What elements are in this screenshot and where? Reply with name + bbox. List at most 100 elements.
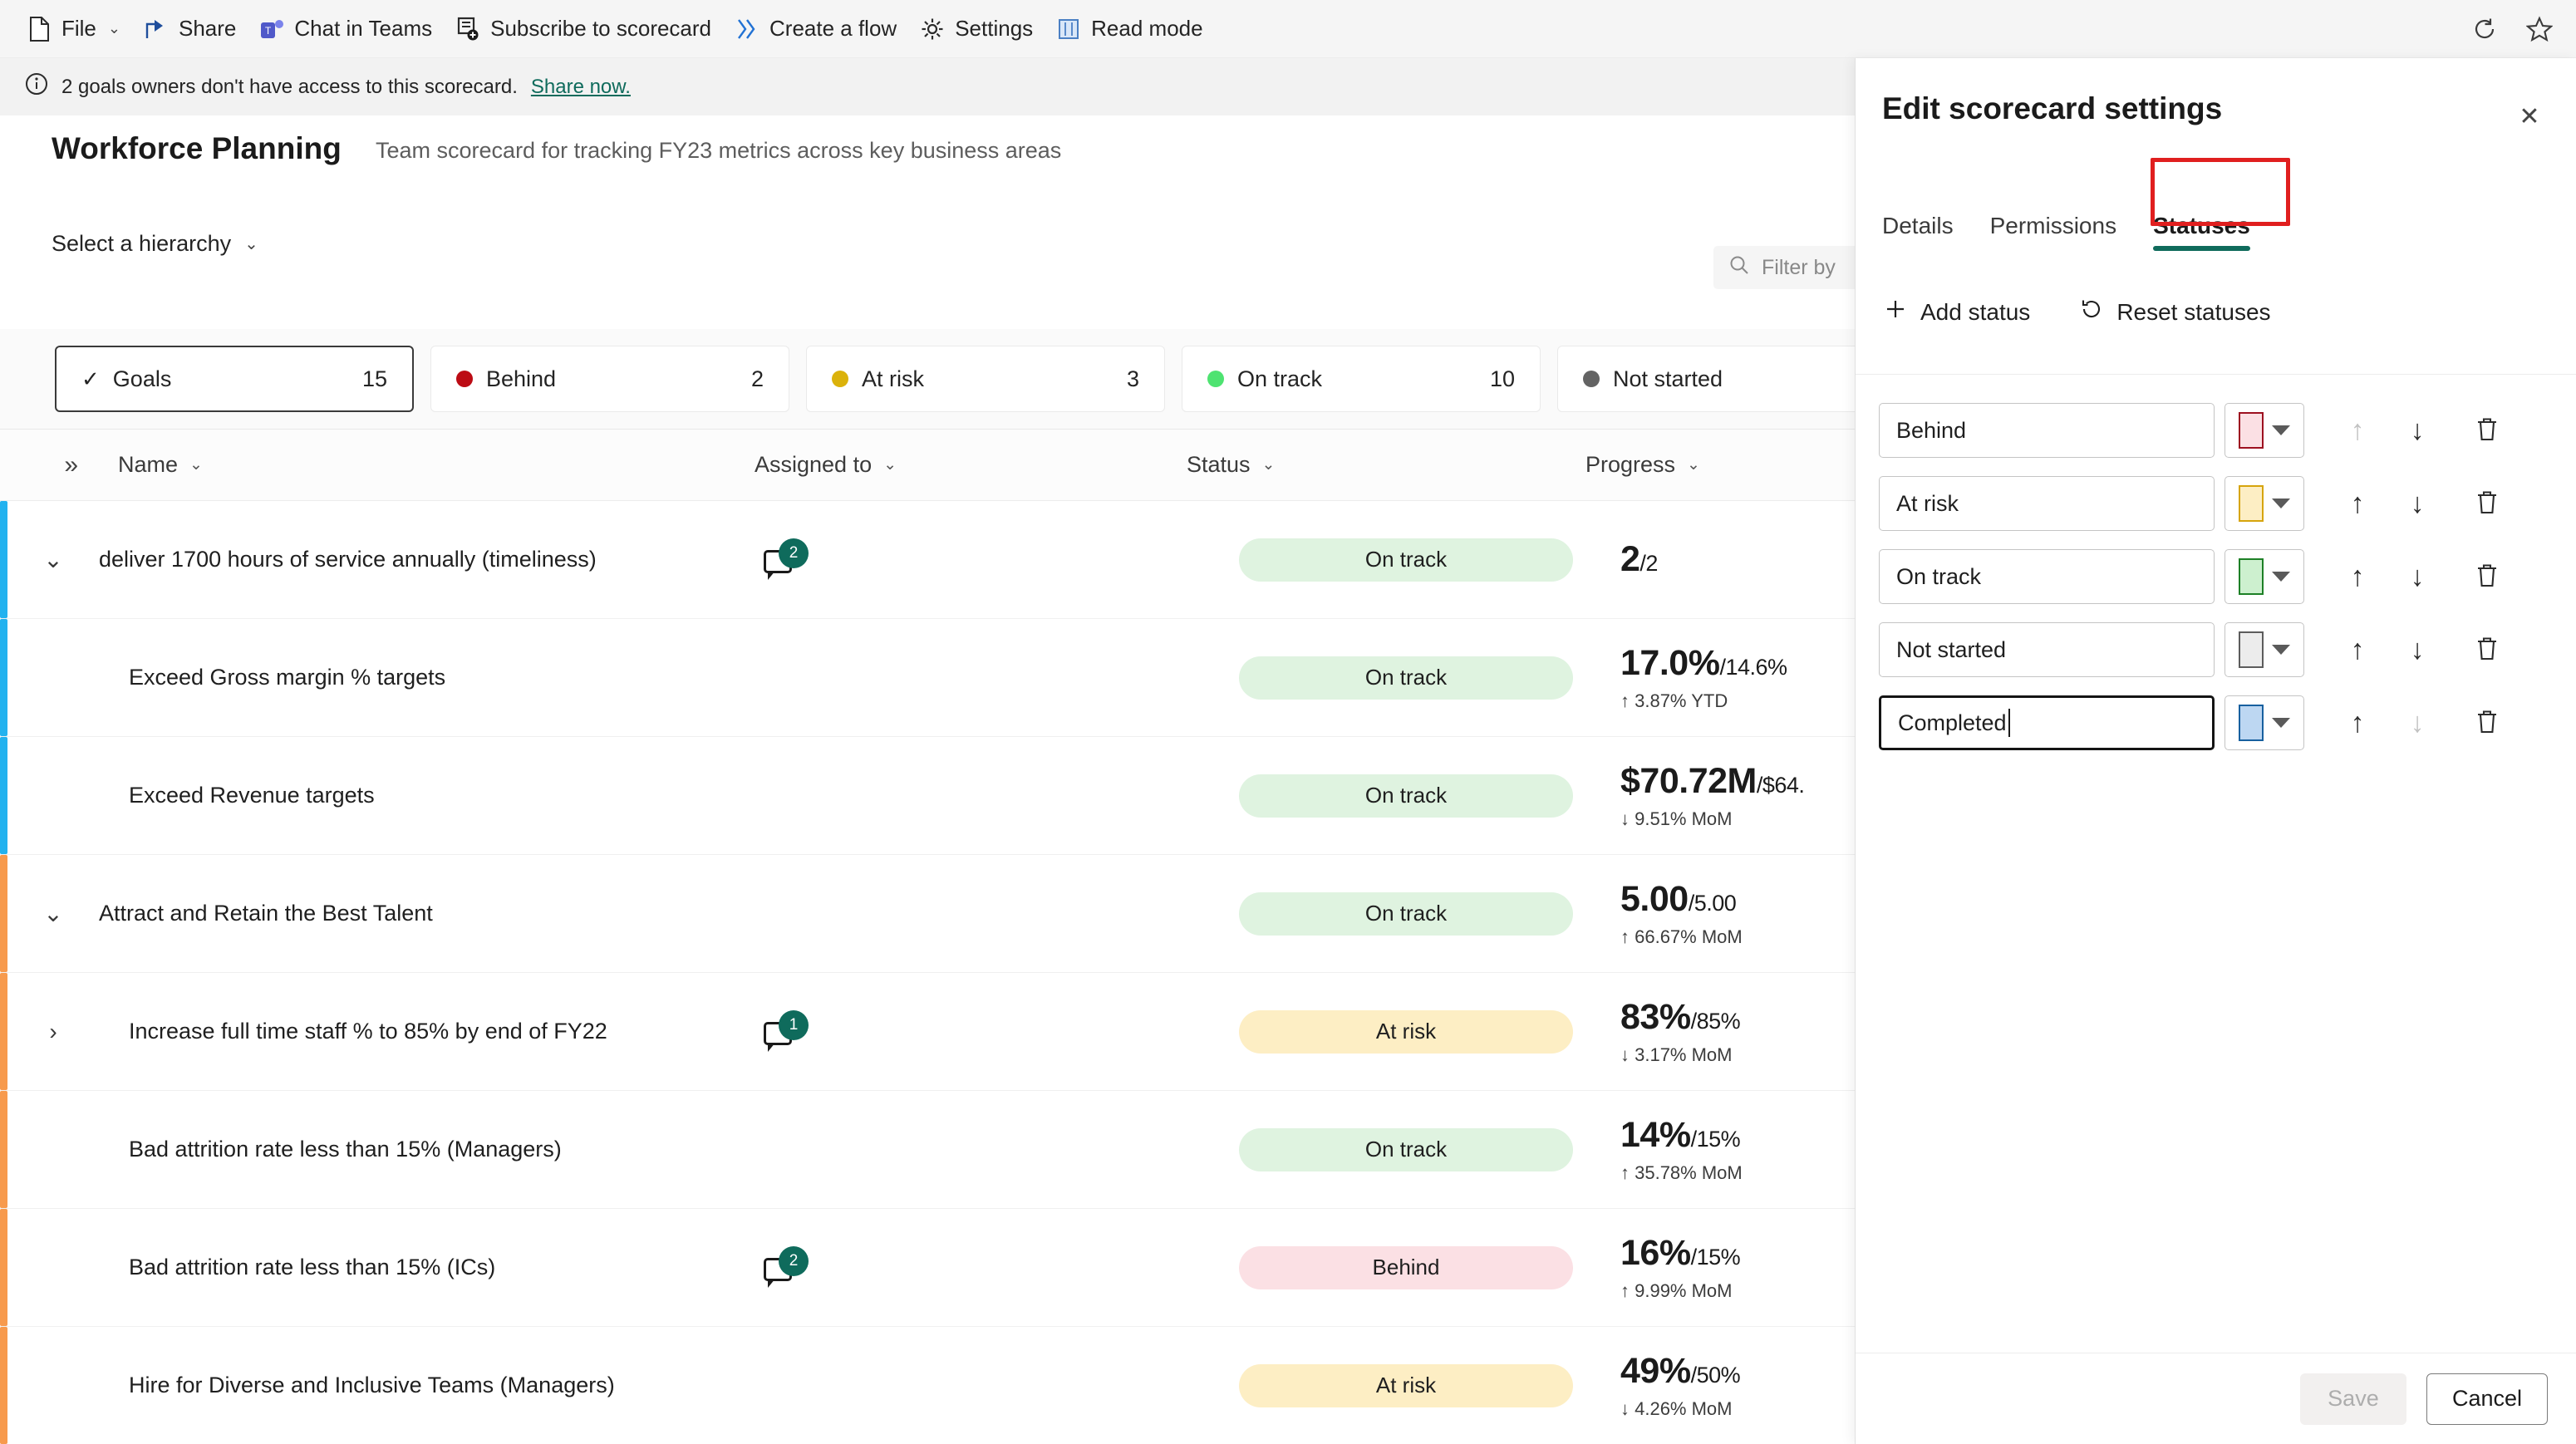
status-color-picker-at-risk[interactable] xyxy=(2225,476,2304,531)
row-expander[interactable] xyxy=(7,1209,99,1326)
status-pill[interactable]: On track xyxy=(1239,774,1573,818)
favorite-star-icon[interactable] xyxy=(2523,12,2556,46)
move-up-on-track[interactable]: ↑ xyxy=(2328,549,2387,604)
move-up-at-risk[interactable]: ↑ xyxy=(2328,476,2387,531)
move-up-completed[interactable]: ↑ xyxy=(2328,695,2387,750)
command-share[interactable]: Share xyxy=(132,7,248,51)
assigned-to-cell[interactable] xyxy=(971,855,1207,972)
table-row[interactable]: Bad attrition rate less than 15% (ICs) 2 B… xyxy=(0,1209,1855,1327)
move-down-at-risk[interactable]: ↓ xyxy=(2387,476,2447,531)
move-down-not-started[interactable]: ↓ xyxy=(2387,622,2447,677)
status-color-picker-on-track[interactable] xyxy=(2225,549,2304,604)
close-icon[interactable]: ✕ xyxy=(2511,98,2548,135)
status-color-picker-completed[interactable] xyxy=(2225,695,2304,750)
refresh-icon[interactable] xyxy=(2468,12,2501,46)
delete-status-on-track[interactable] xyxy=(2457,549,2517,604)
status-color-picker-not-started[interactable] xyxy=(2225,622,2304,677)
table-row[interactable]: Bad attrition rate less than 15% (Manage… xyxy=(0,1091,1855,1209)
row-expander[interactable] xyxy=(7,619,99,736)
notes-badge[interactable]: 2 xyxy=(764,1245,809,1288)
status-color-picker-behind[interactable] xyxy=(2225,403,2304,458)
save-button[interactable]: Save xyxy=(2299,1373,2406,1425)
row-expander[interactable] xyxy=(7,1327,99,1444)
progress-delta: ↑ 3.87% YTD xyxy=(1620,690,1728,711)
notes-badge[interactable]: 2 xyxy=(764,538,809,580)
command-create-a-flow[interactable]: Create a flow xyxy=(723,7,908,51)
table-row[interactable]: ⌄ deliver 1700 hours of service annually … xyxy=(0,501,1855,619)
table-row[interactable]: ⌄ Attract and Retain the Best Talent On tr… xyxy=(0,855,1855,973)
assigned-to-cell[interactable] xyxy=(971,1209,1207,1326)
row-expander[interactable] xyxy=(7,737,99,854)
table-row[interactable]: Exceed Revenue targets On track $70.72M/$6… xyxy=(0,737,1855,855)
status-chip-behind[interactable]: Behind 2 xyxy=(430,346,789,412)
tab-statuses[interactable]: Statuses xyxy=(2135,213,2269,258)
command-settings[interactable]: Settings xyxy=(908,7,1045,51)
assigned-to-cell[interactable] xyxy=(971,619,1207,736)
status-chip-at-risk[interactable]: At risk 3 xyxy=(806,346,1165,412)
status-pill[interactable]: At risk xyxy=(1239,1363,1573,1407)
command-chat-in-teams[interactable]: T Chat in Teams xyxy=(248,7,444,51)
row-expander[interactable]: ⌄ xyxy=(7,501,99,618)
status-name-input-at-risk[interactable]: At risk xyxy=(1879,476,2215,531)
notes-cell xyxy=(764,1091,971,1208)
assigned-to-cell[interactable] xyxy=(971,501,1207,618)
delete-status-at-risk[interactable] xyxy=(2457,476,2517,531)
command-file[interactable]: File ⌄ xyxy=(15,7,132,51)
column-header-assigned-to[interactable]: Assigned to ⌄ xyxy=(755,452,1187,478)
assigned-to-cell[interactable] xyxy=(971,1327,1207,1444)
expand-all-toggle[interactable]: » xyxy=(0,451,98,479)
status-dot xyxy=(456,371,473,387)
status-list: Behind ↑ ↓ At risk ↑ ↓ On track ↑ ↓ Not started ↑ ↓… xyxy=(1879,394,2553,759)
status-chip-count: 2 xyxy=(750,366,764,391)
column-header-progress-label: Progress xyxy=(1585,452,1676,477)
assigned-to-cell[interactable] xyxy=(971,737,1207,854)
status-pill[interactable]: On track xyxy=(1239,538,1573,582)
hierarchy-selector[interactable]: Select a hierarchy ⌄ xyxy=(52,231,258,257)
delete-status-completed[interactable] xyxy=(2457,695,2517,750)
column-header-status[interactable]: Status ⌄ xyxy=(1187,452,1585,478)
chevron-down-icon[interactable]: ⌄ xyxy=(43,900,62,927)
add-status-button[interactable]: Add status xyxy=(1884,297,2030,327)
column-header-progress[interactable]: Progress ⌄ xyxy=(1585,452,1851,478)
row-expander[interactable]: ⌄ xyxy=(7,855,99,972)
table-row[interactable]: › Increase full time staff % to 85% by en… xyxy=(0,973,1855,1091)
status-name-input-behind[interactable]: Behind xyxy=(1879,403,2215,458)
chevron-right-icon[interactable]: › xyxy=(49,1019,57,1045)
share-now-link[interactable]: Share now. xyxy=(531,76,631,99)
status-name-input-completed[interactable]: Completed xyxy=(1879,695,2215,750)
color-swatch xyxy=(2239,705,2264,741)
move-up-not-started[interactable]: ↑ xyxy=(2328,622,2387,677)
status-chip-on-track[interactable]: On track 10 xyxy=(1182,346,1541,412)
row-expander[interactable]: › xyxy=(7,973,99,1090)
reset-statuses-button[interactable]: Reset statuses xyxy=(2080,297,2271,327)
command-subscribe-to-scorecard[interactable]: Subscribe to scorecard xyxy=(444,7,723,51)
status-name-input-on-track[interactable]: On track xyxy=(1879,549,2215,604)
chevron-down-icon[interactable]: ⌄ xyxy=(43,546,62,573)
status-pill[interactable]: On track xyxy=(1239,891,1573,936)
goals-table: » Name ⌄ Assigned to ⌄ Status ⌄ Progress… xyxy=(0,429,1855,1444)
command-read-mode[interactable]: Read mode xyxy=(1045,7,1214,51)
tab-details[interactable]: Details xyxy=(1882,213,1972,258)
teams-icon: T xyxy=(259,17,284,42)
status-pill[interactable]: On track xyxy=(1239,1127,1573,1171)
status-pill[interactable]: On track xyxy=(1239,656,1573,700)
delete-status-behind[interactable] xyxy=(2457,403,2517,458)
notes-count: 2 xyxy=(779,1245,809,1276)
move-down-behind[interactable]: ↓ xyxy=(2387,403,2447,458)
status-pill[interactable]: Behind xyxy=(1239,1245,1573,1289)
delete-status-not-started[interactable] xyxy=(2457,622,2517,677)
tab-permissions[interactable]: Permissions xyxy=(1972,213,2135,258)
notes-badge[interactable]: 1 xyxy=(764,1009,809,1052)
column-header-name[interactable]: Name ⌄ xyxy=(98,452,755,478)
status-name-input-not-started[interactable]: Not started xyxy=(1879,622,2215,677)
move-down-on-track[interactable]: ↓ xyxy=(2387,549,2447,604)
status-row: Not started ↑ ↓ xyxy=(1879,613,2553,686)
cancel-button[interactable]: Cancel xyxy=(2426,1373,2548,1425)
status-pill[interactable]: At risk xyxy=(1239,1009,1573,1054)
assigned-to-cell[interactable] xyxy=(971,1091,1207,1208)
table-row[interactable]: Exceed Gross margin % targets On track 17.… xyxy=(0,619,1855,737)
status-chip-goals[interactable]: ✓ Goals 15 xyxy=(55,346,414,412)
row-expander[interactable] xyxy=(7,1091,99,1208)
table-row[interactable]: Hire for Diverse and Inclusive Teams (Ma… xyxy=(0,1327,1855,1444)
assigned-to-cell[interactable] xyxy=(971,973,1207,1090)
